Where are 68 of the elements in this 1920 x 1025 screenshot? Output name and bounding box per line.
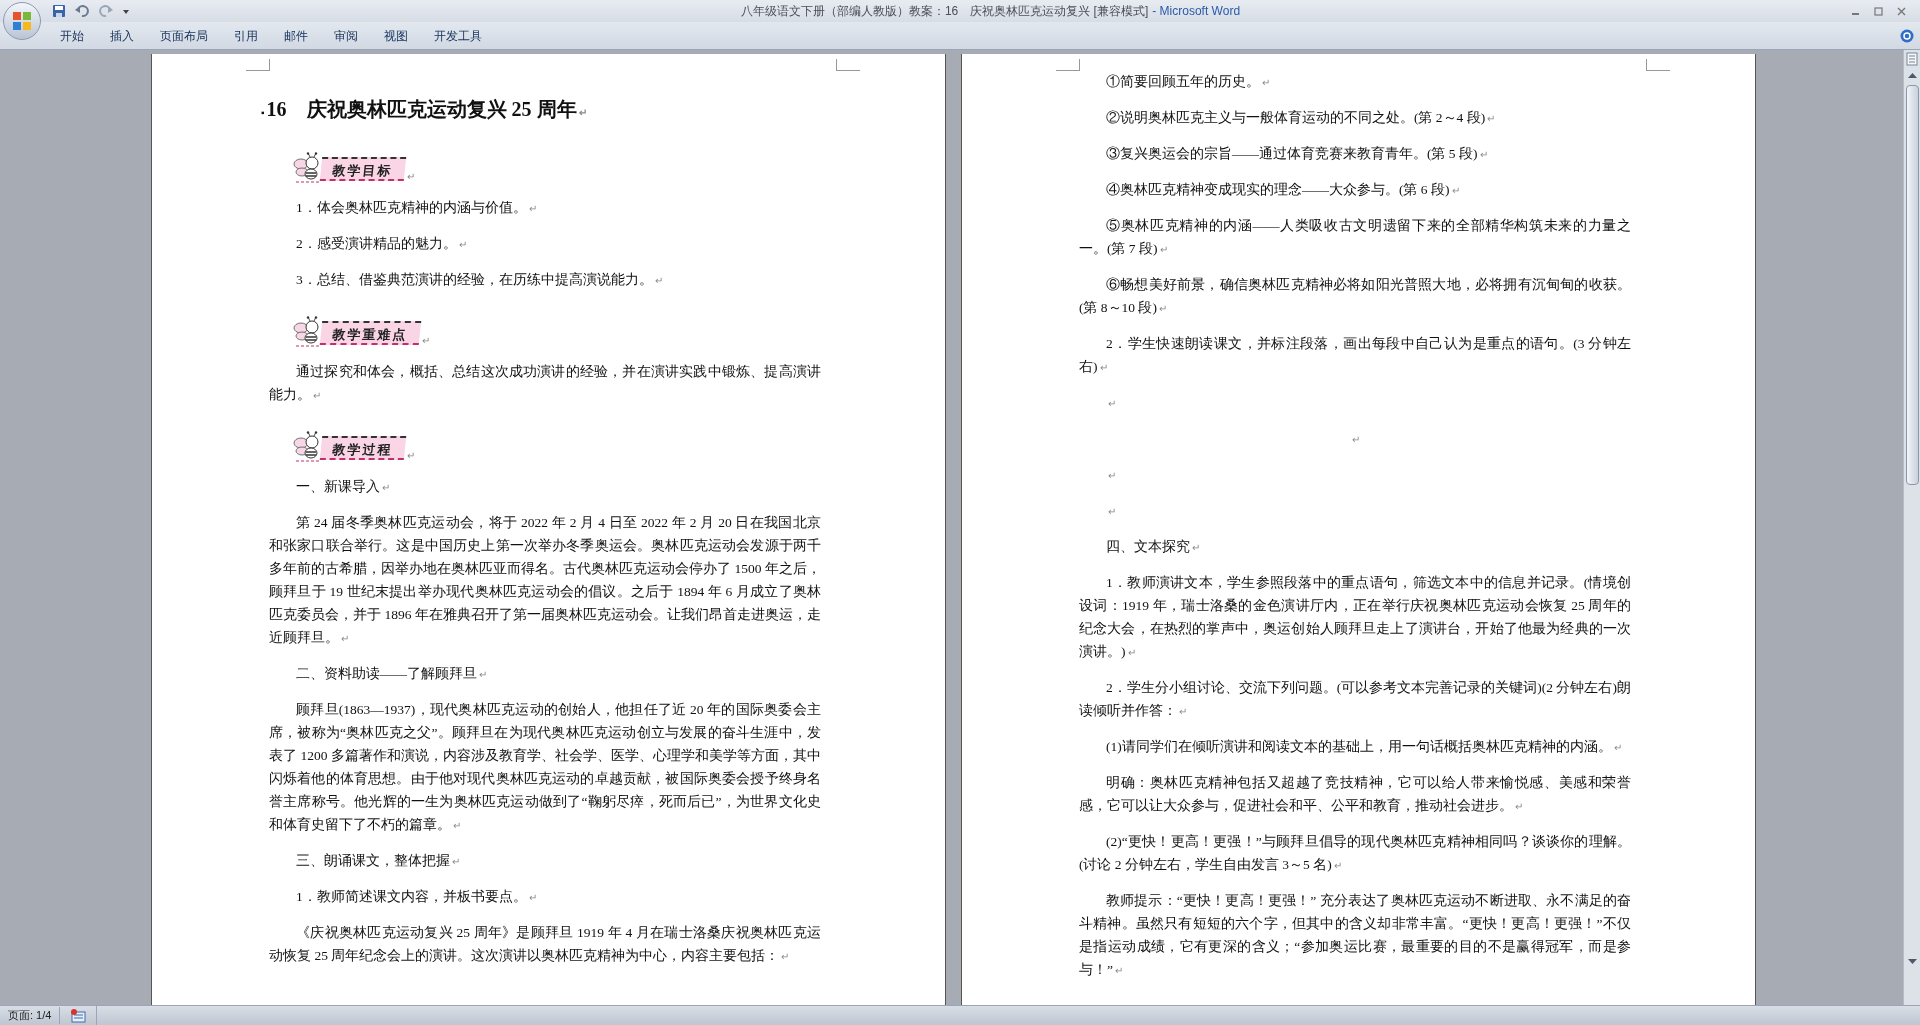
paragraph: 顾拜旦(1863—1937)，现代奥林匹克运动的创始人，他担任了近 20 年的国际奥委会主席，被称为“奥林匹克之父”。顾拜旦在为现代奥林匹克运动创立与发展的奋斗生涯中，发表了 1200 多篇著作和演说，内容涉及教育学、社会学、医学、心理学和美学等方面，其中闪烁着他的体育思想。由于他对现代奥林匹克运动的卓越贡献，被国际奥委会授予终身名誉主席称号。他光辉的一生为奥林匹克运动做到了“鞠躬尽瘁，死而后已”，为世界文化史和体育史留下了不朽的篇章。↵ bbox=[269, 701, 821, 834]
office-button[interactable] bbox=[3, 2, 41, 40]
paragraph: 通过探究和体会，概括、总结这次成功演讲的经验，并在演讲实践中锻炼、提高演讲能力。↵ bbox=[269, 363, 821, 404]
ribbon-tab[interactable]: 视图 bbox=[374, 24, 418, 47]
customize-icon[interactable] bbox=[122, 7, 130, 15]
paragraph: 明确：奥林匹克精神包括又超越了竞技精神，它可以给人带来愉悦感、美感和荣誉感，它可以让大众参与，促进社会和平、公平和教育，推动社会进步。↵ bbox=[1079, 774, 1631, 815]
paragraph: 1．教师演讲文本，学生参照段落中的重点语句，筛选文本中的信息并记录。(情境创设词：1919 年，瑞士洛桑的金色演讲厅内，正在举行庆祝奥林匹克运动会恢复 25 周年的纪念大会，在热烈的掌声中，奥运创始人顾拜旦走上了演讲台，开始了他最为经典的一次演讲。)↵ bbox=[1079, 574, 1631, 661]
paragraph-mark: ↵ bbox=[578, 106, 587, 120]
ribbon-tab[interactable]: 引用 bbox=[224, 24, 268, 47]
maximize-icon[interactable] bbox=[1874, 6, 1883, 16]
crop-mark bbox=[1056, 59, 1080, 71]
paragraph-mark: ↵ bbox=[1108, 506, 1116, 517]
paragraph: 二、资料助读——了解顾拜旦↵ bbox=[295, 665, 488, 683]
office-logo-icon bbox=[11, 10, 33, 32]
paragraph: 一、新课导入↵ bbox=[295, 478, 391, 496]
redo-icon[interactable] bbox=[98, 4, 114, 18]
crop-mark bbox=[836, 59, 860, 71]
paragraph: 2．学生分小组讨论、交流下列问题。(可以参考文本完善记录的关键词)(2 分钟左右)朗读倾听并作答：↵ bbox=[1079, 679, 1631, 720]
paragraph-mark: ↵ bbox=[1352, 434, 1360, 445]
ribbon-tab[interactable]: 开发工具 bbox=[424, 24, 492, 47]
paragraph: ⑥畅想美好前景，确信奥林匹克精神必将如阳光普照大地，必将拥有沉甸甸的收获。(第 8～10 段)↵ bbox=[1079, 276, 1631, 317]
document-title: 16 庆祝奥林匹克运动复兴 25 周年 bbox=[266, 97, 577, 122]
paragraph: 1．体会奥林匹克精神的内涵与价值。↵ bbox=[295, 199, 538, 217]
scroll-down-icon[interactable] bbox=[1907, 958, 1917, 965]
paragraph: 四、文本探究↵ bbox=[1105, 538, 1201, 556]
list-marker: ▪ bbox=[261, 106, 265, 120]
ribbon-tab[interactable]: 插入 bbox=[100, 24, 144, 47]
scrollbar-track[interactable] bbox=[1903, 50, 1920, 1005]
scroll-up-icon[interactable] bbox=[1907, 72, 1917, 79]
macro-icon[interactable] bbox=[70, 1008, 87, 1023]
paragraph: ④奥林匹克精神变成现实的理念——大众参与。(第 6 段)↵ bbox=[1105, 181, 1461, 199]
paragraph: 教师提示：“更快！更高！更强！” 充分表达了奥林匹克运动不断进取、永不满足的奋斗精神。虽然只有短短的六个字，但其中的含义却非常丰富。“更快！更高！更强！”不仅是指运动成绩，它有更深的含义；“参加奥运比赛，最重要的目的不是赢得冠军，而是参与！”↵ bbox=[1079, 892, 1631, 979]
paragraph: 2．感受演讲精品的魅力。↵ bbox=[295, 235, 468, 253]
page-count[interactable]: 页面: 1/4 bbox=[0, 1007, 61, 1024]
ruler-icon[interactable] bbox=[1906, 52, 1918, 66]
ribbon-tab[interactable]: 审阅 bbox=[324, 24, 368, 47]
save-icon[interactable] bbox=[52, 4, 66, 18]
paragraph-mark: ↵ bbox=[407, 170, 415, 184]
paragraph: 《庆祝奥林匹克运动复兴 25 周年》是顾拜旦 1919 年 4 月在瑞士洛桑庆祝奥林匹克运动恢复 25 周年纪念会上的演讲。这次演讲以奥林匹克精神为中心，内容主要包括：↵ bbox=[269, 924, 821, 965]
paragraph: (2)“更快！更高！更强！”与顾拜旦倡导的现代奥林匹克精神相同吗？谈谈你的理解。(讨论 2 分钟左右，学生自由发言 3～5 名)↵ bbox=[1079, 833, 1631, 874]
scrollbar-thumb[interactable] bbox=[1905, 85, 1919, 485]
section-label: 教学重难点 bbox=[319, 321, 422, 345]
paragraph: 3．总结、借鉴典范演讲的经验，在历练中提高演说能力。↵ bbox=[295, 271, 664, 289]
app-name: - Microsoft Word bbox=[1152, 3, 1241, 20]
crop-mark bbox=[1646, 59, 1670, 71]
window-title: 八年级语文下册（部编人教版）教案：16 庆祝奥林匹克运动复兴 [兼容模式] bbox=[740, 3, 1149, 20]
ribbon-tab[interactable]: 开始 bbox=[50, 24, 94, 47]
paragraph: 1．教师简述课文内容，并板书要点。↵ bbox=[295, 888, 538, 906]
paragraph: ③复兴奥运会的宗旨——通过体育竞赛来教育青年。(第 5 段)↵ bbox=[1105, 145, 1489, 163]
paragraph: ①简要回顾五年的历史。↵ bbox=[1105, 73, 1271, 91]
ribbon-tab[interactable]: 页面布局 bbox=[150, 24, 218, 47]
ribbon-tab[interactable]: 邮件 bbox=[274, 24, 318, 47]
paragraph-mark: ↵ bbox=[1108, 470, 1116, 481]
paragraph-mark: ↵ bbox=[422, 334, 430, 348]
close-icon[interactable] bbox=[1897, 6, 1906, 16]
paragraph: 三、朗诵课文，整体把握↵ bbox=[295, 852, 461, 870]
section-label: 教学目标 bbox=[319, 157, 407, 181]
paragraph-mark: ↵ bbox=[407, 449, 415, 463]
paragraph: ②说明奥林匹克主义与一般体育运动的不同之处。(第 2～4 段)↵ bbox=[1105, 109, 1497, 127]
paragraph: 2．学生快速朗读课文，并标注段落，画出每段中自己认为是重点的语句。(3 分钟左右)↵ bbox=[1079, 335, 1631, 376]
paragraph: 第 24 届冬季奥林匹克运动会，将于 2022 年 2 月 4 日至 2022 年 2 月 20 日在我国北京和张家口联合举行。这是中国历史上第一次举办冬季奥运会。奥林匹克运动会发源于两千多年前的古希腊，因举办地在奥林匹亚而得名。古代奥林匹克运动会停办了 1500 年之后，顾拜旦于 19 世纪末提出举办现代奥林匹克运动会的倡议。之后于 1894 年 6 月成立了奥林匹克委员会，并于 1896 年在雅典召开了第一届奥林匹克运动会。让我们昂首走进奥运，走近顾拜旦。↵ bbox=[269, 514, 821, 647]
undo-icon[interactable] bbox=[74, 4, 90, 18]
section-label: 教学过程 bbox=[319, 436, 407, 460]
crop-mark bbox=[246, 59, 270, 71]
paragraph: (1)请同学们在倾听演讲和阅读文本的基础上，用一句话概括奥林匹克精神的内涵。↵ bbox=[1105, 738, 1623, 756]
paragraph: ⑤奥林匹克精神的内涵——人类吸收古文明遗留下来的全部精华构筑未来的力量之一。(第 7 段)↵ bbox=[1079, 217, 1631, 258]
help-icon[interactable] bbox=[1900, 28, 1914, 43]
paragraph-mark: ↵ bbox=[1108, 398, 1116, 409]
